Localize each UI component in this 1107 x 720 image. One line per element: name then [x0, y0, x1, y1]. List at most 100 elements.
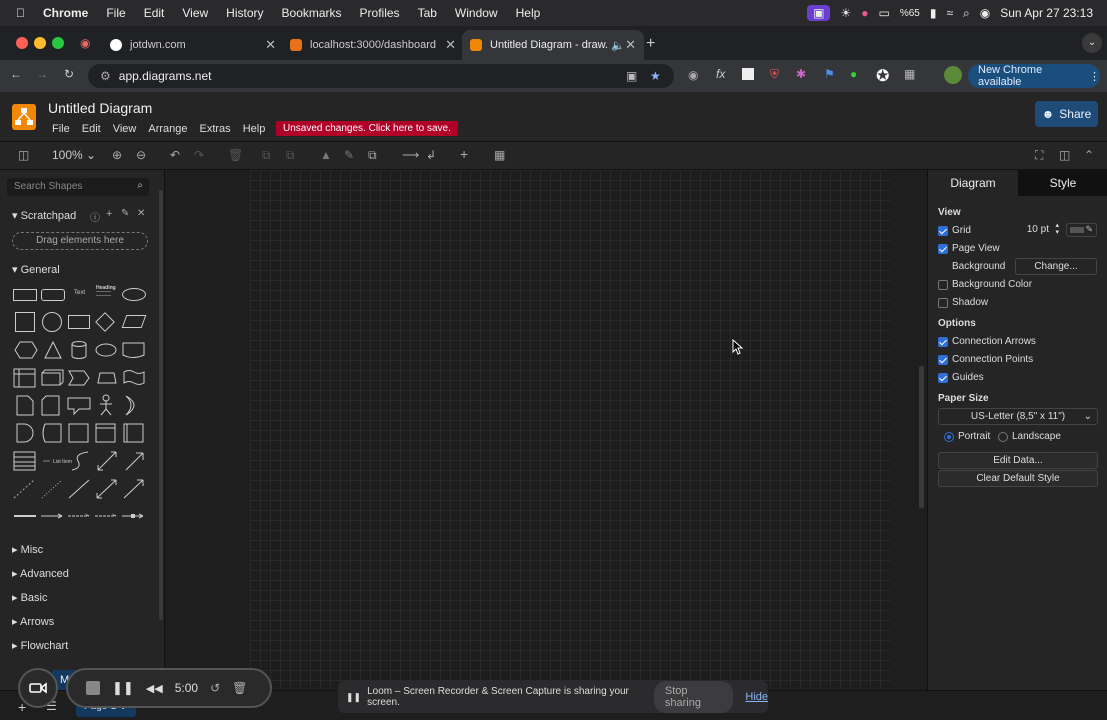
shapes-row-9[interactable] — [12, 510, 152, 522]
general-header[interactable]: ▾ General — [12, 263, 60, 276]
close-window-button[interactable] — [16, 37, 28, 49]
menu-tab[interactable]: Tab — [418, 6, 437, 20]
insert-icon[interactable]: + — [460, 146, 468, 162]
zoom-out-icon[interactable]: ⊖ — [136, 148, 146, 162]
tab-jotdwn[interactable]: jotdwn.com ✕ — [102, 30, 284, 60]
green-extension-icon[interactable]: ● — [850, 67, 857, 81]
new-chrome-button[interactable]: New Chrome available ⋮ — [968, 64, 1100, 88]
clear-default-style-button[interactable]: Clear Default Style — [938, 470, 1098, 487]
undo-icon[interactable]: ↶ — [170, 148, 180, 162]
app-menu-help[interactable]: Help — [243, 123, 266, 135]
restart-icon[interactable]: ↺ — [210, 681, 220, 695]
shape-rounded-rectangle[interactable] — [41, 289, 65, 301]
fullscreen-icon[interactable]: ⛶ — [1035, 148, 1043, 163]
search-shapes-input[interactable]: Search Shapes ⌕ — [7, 178, 149, 196]
forward-icon[interactable]: → — [36, 67, 48, 81]
shape-diamond[interactable] — [95, 312, 115, 332]
trash-icon[interactable]: 🗑 — [232, 681, 247, 695]
search-icon[interactable]: ⌕ — [963, 6, 970, 21]
unsaved-changes-button[interactable]: Unsaved changes. Click here to save. — [276, 121, 458, 136]
close-tab-icon[interactable]: ✕ — [625, 37, 636, 53]
add-icon[interactable]: + — [106, 208, 112, 220]
landscape-radio[interactable]: Landscape — [998, 431, 1061, 442]
radio-selected-icon[interactable] — [944, 431, 954, 442]
misc-header[interactable]: ▸ Misc — [12, 543, 43, 556]
fx-extension-icon[interactable]: fx — [716, 67, 725, 81]
waypoints-icon[interactable]: ↲ — [426, 148, 436, 162]
canvas-scrollbar[interactable] — [919, 366, 924, 508]
wifi-icon[interactable]: ≈ — [946, 6, 953, 20]
advanced-header[interactable]: ▸ Advanced — [12, 567, 69, 580]
display-icon[interactable]: ▭ — [878, 6, 889, 20]
basic-header[interactable]: ▸ Basic — [12, 591, 47, 604]
checkbox[interactable] — [938, 243, 948, 254]
shape-square[interactable] — [15, 312, 35, 332]
menu-chrome[interactable]: Chrome — [43, 6, 88, 20]
flowchart-header[interactable]: ▸ Flowchart — [12, 639, 68, 652]
app-menu-arrange[interactable]: Arrange — [148, 123, 187, 135]
shadow-icon[interactable]: ⧉ — [368, 148, 377, 163]
status-icon[interactable]: ☀ — [840, 6, 851, 20]
circle-extension-icon[interactable]: ✪ — [876, 66, 889, 86]
close-icon[interactable]: ✕ — [137, 208, 145, 219]
tab-style[interactable]: Style — [1018, 170, 1107, 196]
shapes-row-6[interactable] — [12, 422, 152, 446]
app-menu-view[interactable]: View — [113, 123, 137, 135]
shape-rectangle[interactable] — [13, 289, 37, 301]
diagram-page[interactable] — [250, 170, 890, 688]
reload-icon[interactable]: ↻ — [64, 67, 74, 81]
tab-drawio[interactable]: Untitled Diagram - draw.io 🔈 ✕ — [462, 30, 644, 60]
control-center-icon[interactable]: ◉ — [980, 6, 990, 20]
battery-icon[interactable]: ▮ — [930, 6, 937, 20]
checkbox[interactable] — [938, 225, 948, 236]
flag-extension-icon[interactable]: ⚑ — [824, 67, 835, 81]
checkbox[interactable] — [938, 279, 948, 290]
format-toggle-icon[interactable]: ◫ — [1059, 148, 1070, 162]
diagram-title[interactable]: Untitled Diagram — [48, 100, 152, 116]
radio-icon[interactable] — [998, 431, 1008, 442]
checkbox[interactable] — [938, 297, 948, 308]
arrows-header[interactable]: ▸ Arrows — [12, 615, 54, 628]
tab-diagram[interactable]: Diagram — [928, 170, 1018, 196]
redo-icon[interactable]: ↷ — [194, 148, 204, 162]
grid-checkbox[interactable]: Grid — [938, 225, 971, 236]
shape-text[interactable]: Text — [74, 290, 85, 296]
page-view-checkbox[interactable]: Page View — [938, 243, 1000, 254]
menu-bookmarks[interactable]: Bookmarks — [282, 6, 342, 20]
address-bar[interactable]: ⚙ app.diagrams.net ▣ ★ — [88, 64, 674, 88]
close-tab-icon[interactable]: ✕ — [445, 37, 456, 53]
site-info-icon[interactable]: ⚙ — [100, 69, 111, 83]
tab-search-icon[interactable]: ◉ — [80, 36, 90, 50]
collapse-chevron-icon[interactable]: ⌃ — [1084, 148, 1094, 162]
shape-parallelogram[interactable] — [121, 315, 147, 328]
menu-window[interactable]: Window — [455, 6, 498, 20]
minimize-window-button[interactable] — [34, 37, 46, 49]
shapes-row-5[interactable] — [12, 394, 152, 418]
shapes-row-8[interactable] — [12, 478, 152, 502]
shapes-scrollbar[interactable] — [159, 190, 163, 620]
rewind-icon[interactable]: ◀◀ — [146, 682, 163, 695]
checkbox[interactable] — [938, 354, 948, 365]
clock[interactable]: Sun Apr 27 23:13 — [1000, 6, 1093, 20]
checkbox[interactable] — [938, 372, 948, 383]
shape-ellipse[interactable] — [122, 288, 146, 301]
back-icon[interactable]: ← — [10, 67, 22, 81]
camera-extension-icon[interactable]: ◉ — [688, 68, 698, 82]
profile-avatar[interactable] — [944, 66, 962, 84]
close-tab-icon[interactable]: ✕ — [265, 37, 276, 53]
connection-icon[interactable]: ⟶ — [402, 148, 419, 162]
zoom-select[interactable]: 100% ⌄ — [52, 148, 96, 162]
background-color-checkbox[interactable]: Background Color — [938, 279, 1032, 290]
fill-color-icon[interactable]: ▲ — [320, 148, 332, 162]
tab-localhost[interactable]: localhost:3000/dashboard ✕ — [282, 30, 464, 60]
pause-icon[interactable]: ❚❚ — [112, 680, 134, 696]
white-extension-icon[interactable] — [742, 68, 754, 80]
guides-checkbox[interactable]: Guides — [938, 372, 984, 383]
edit-icon[interactable]: ✎ — [121, 208, 129, 219]
puzzle-extension-icon[interactable]: ✱ — [796, 67, 806, 81]
record-icon[interactable]: ● — [861, 6, 868, 20]
line-color-icon[interactable]: ✎ — [344, 148, 354, 162]
menu-edit[interactable]: Edit — [144, 6, 165, 20]
zoom-in-icon[interactable]: ⊕ — [112, 148, 122, 162]
shape-textbox[interactable]: Heading ——— ——— — [96, 286, 116, 299]
